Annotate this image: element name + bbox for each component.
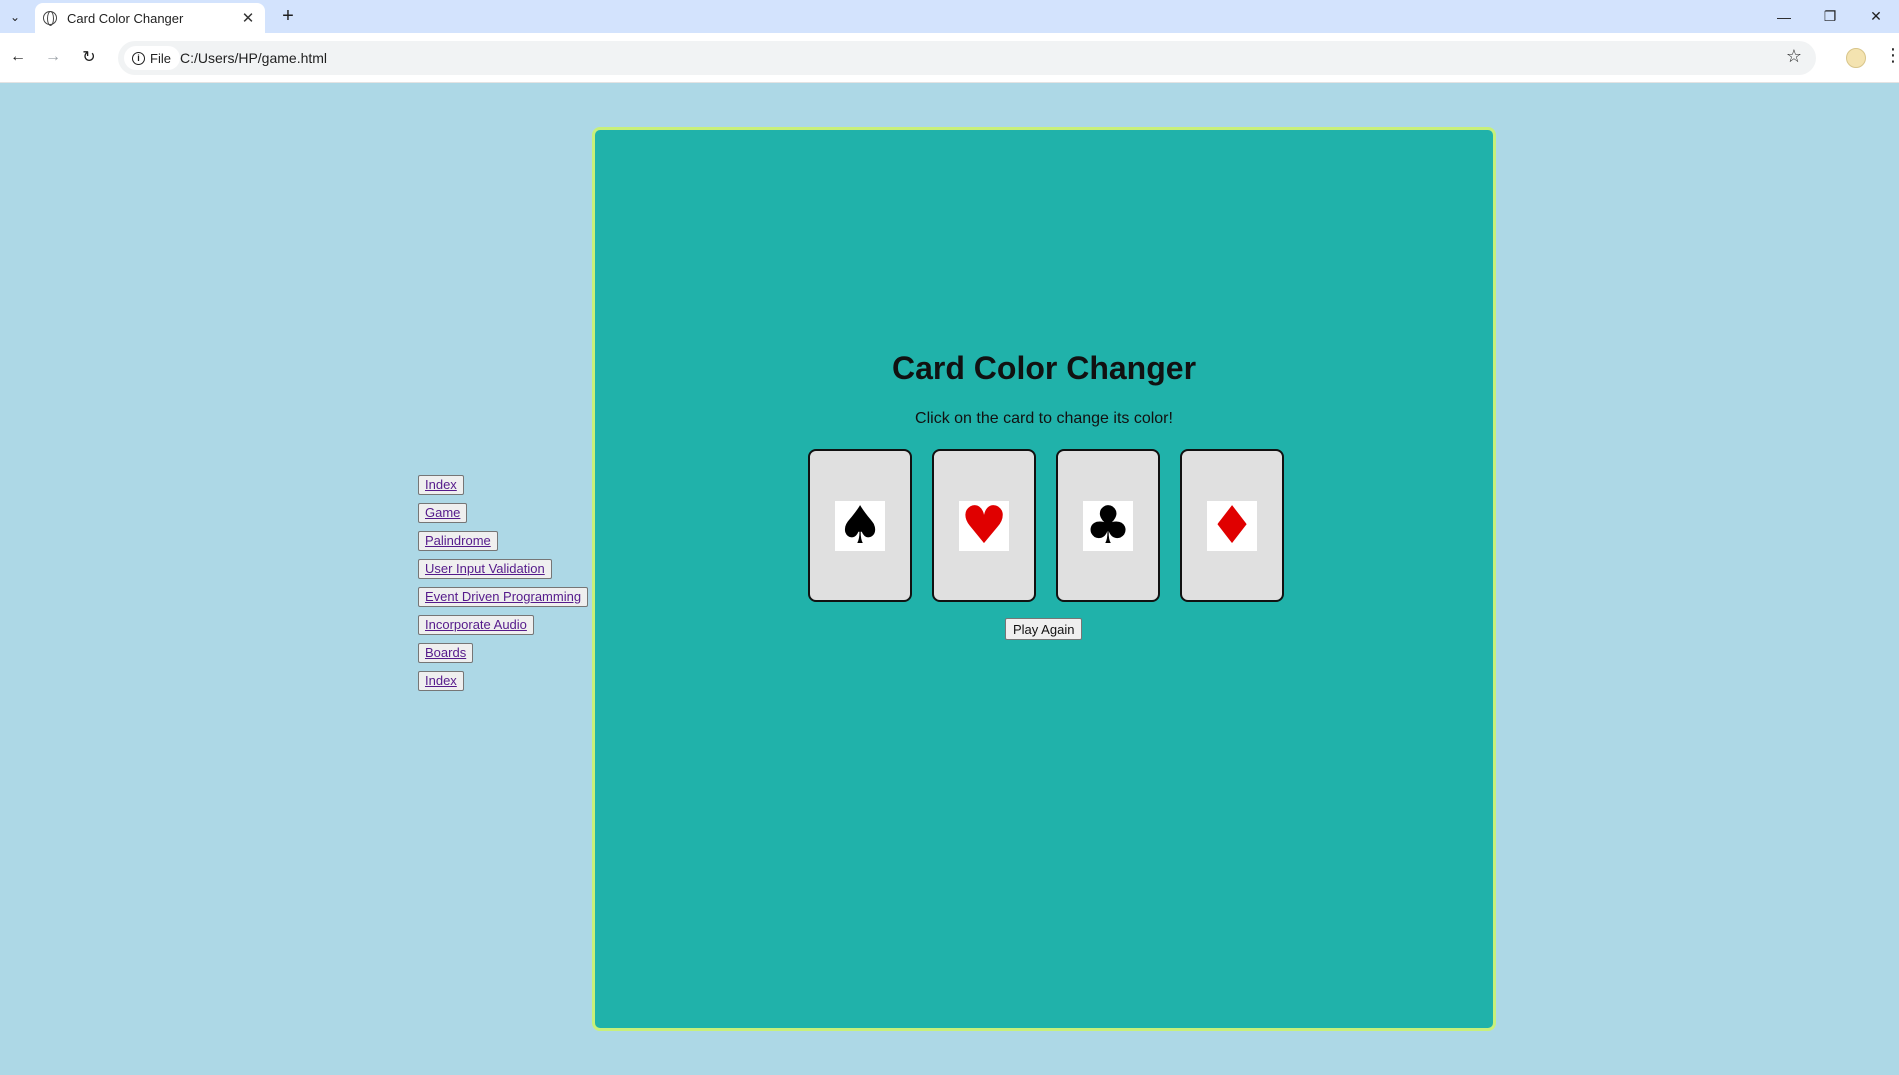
sidebar-link-user-input-validation[interactable]: User Input Validation [418, 559, 552, 579]
tab-search-chevron-icon[interactable]: ⌄ [4, 6, 26, 28]
back-arrow-icon[interactable]: ← [6, 45, 30, 69]
more-menu-icon[interactable]: ⋮ [1884, 45, 1899, 66]
restore-icon[interactable]: ❐ [1807, 0, 1853, 33]
address-bar[interactable]: i File C:/Users/HP/game.html ☆ [118, 41, 1816, 75]
page-title: Card Color Changer [891, 350, 1197, 386]
site-info-label: File [150, 50, 171, 66]
tab-close-icon[interactable]: ✕ [239, 9, 257, 27]
card-heart[interactable]: ♥ [932, 449, 1036, 602]
site-info-chip[interactable]: i File [124, 46, 180, 70]
sidebar-link-incorporate-audio[interactable]: Incorporate Audio [418, 615, 534, 635]
close-window-icon[interactable]: ✕ [1853, 0, 1899, 33]
browser-toolbar: ← → ↻ i File C:/Users/HP/game.html ☆ ⋮ [0, 33, 1899, 83]
sidebar-link-game[interactable]: Game [418, 503, 468, 523]
sidebar-link-boards[interactable]: Boards [418, 643, 474, 663]
active-tab[interactable]: Card Color Changer ✕ [35, 3, 265, 33]
bookmark-star-icon[interactable]: ☆ [1786, 46, 1802, 67]
card-spade[interactable]: ♠ [808, 449, 912, 602]
sidebar-link-palindrome[interactable]: Palindrome [418, 531, 498, 551]
sidebar-link-index-2[interactable]: Index [418, 671, 464, 691]
sidebar-link-event-driven-programming[interactable]: Event Driven Programming [418, 587, 589, 607]
minimize-icon[interactable]: — [1761, 0, 1807, 33]
sidebar-link-index[interactable]: Index [418, 475, 464, 495]
spade-icon: ♠ [835, 495, 885, 556]
club-icon: ♣ [1083, 495, 1133, 556]
card-diamond[interactable]: ♦ [1180, 449, 1284, 602]
tab-title: Card Color Changer [67, 10, 184, 26]
card-row: ♠ ♥ ♣ ♦ [808, 449, 1284, 602]
heart-icon: ♥ [959, 495, 1009, 556]
tab-strip: ⌄ Card Color Changer ✕ + — ❐ ✕ [0, 0, 1899, 33]
globe-icon [43, 11, 57, 26]
instructions-text: Click on the card to change its color! [915, 410, 1173, 427]
new-tab-button[interactable]: + [276, 5, 300, 29]
window-controls: — ❐ ✕ [1761, 0, 1899, 33]
profile-avatar[interactable] [1846, 48, 1866, 68]
forward-arrow-icon[interactable]: → [41, 45, 65, 69]
info-icon: i [132, 51, 145, 65]
diamond-icon: ♦ [1207, 495, 1257, 556]
reload-icon[interactable]: ↻ [77, 45, 101, 69]
card-club[interactable]: ♣ [1056, 449, 1160, 602]
sidebar-nav: Index Game Palindrome User Input Validat… [418, 475, 593, 699]
game-panel: Card Color Changer Click on the card to … [592, 127, 1496, 1031]
play-again-button[interactable]: Play Again [1005, 618, 1083, 640]
url-text[interactable]: C:/Users/HP/game.html [180, 50, 327, 66]
